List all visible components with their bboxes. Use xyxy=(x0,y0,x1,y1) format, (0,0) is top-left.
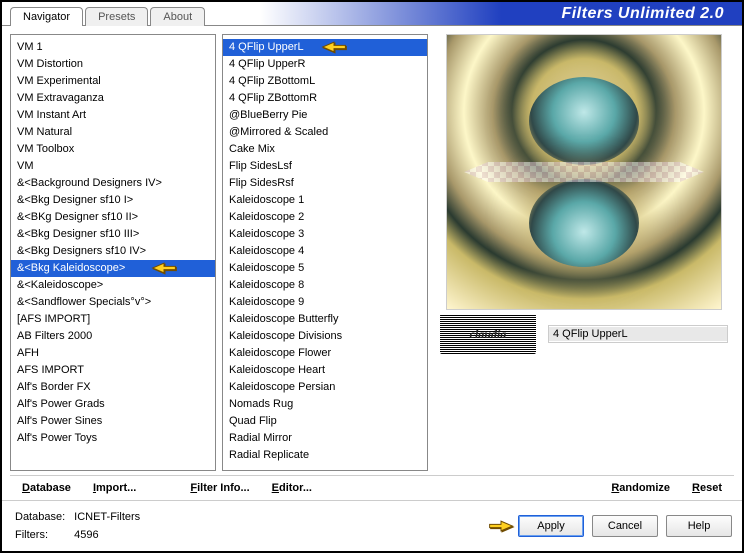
pointer-hand-icon xyxy=(488,516,514,536)
filter-item[interactable]: @BlueBerry Pie xyxy=(223,107,427,124)
filter-item[interactable]: 4 QFlip UpperR xyxy=(223,56,427,73)
category-item[interactable]: VM Experimental xyxy=(11,73,215,90)
filter-item[interactable]: Kaleidoscope 5 xyxy=(223,260,427,277)
db-info: Database:ICNET-Filters Filters:4596 xyxy=(12,507,143,545)
filter-item[interactable]: 4 QFlip ZBottomR xyxy=(223,90,427,107)
current-filter-name: 4 QFlip UpperL xyxy=(549,327,727,341)
filter-item[interactable]: Kaleidoscope 4 xyxy=(223,243,427,260)
category-item[interactable]: Alf's Power Toys xyxy=(11,430,215,447)
watermark-badge: claudia xyxy=(440,314,536,354)
apply-button[interactable]: Apply xyxy=(518,515,584,537)
tab-about[interactable]: About xyxy=(150,7,205,26)
filter-item[interactable]: Cake Mix xyxy=(223,141,427,158)
filter-item[interactable]: @Mirrored & Scaled xyxy=(223,124,427,141)
cancel-button[interactable]: Cancel xyxy=(592,515,658,537)
app-title: Filters Unlimited 2.0 xyxy=(207,2,742,25)
filter-item[interactable]: Kaleidoscope Flower xyxy=(223,345,427,362)
filter-item[interactable]: Kaleidoscope 9 xyxy=(223,294,427,311)
footer: Database:ICNET-Filters Filters:4596 Appl… xyxy=(2,500,742,551)
filter-item[interactable]: 4 QFlip ZBottomL xyxy=(223,73,427,90)
filter-item[interactable]: Kaleidoscope 3 xyxy=(223,226,427,243)
category-item[interactable]: &<Bkg Designer sf10 I> xyxy=(11,192,215,209)
filter-item[interactable]: Radial Replicate xyxy=(223,447,427,464)
tab-presets[interactable]: Presets xyxy=(85,7,148,26)
filter-item[interactable]: 4 QFlip UpperL xyxy=(223,39,427,56)
filter-item[interactable]: Kaleidoscope 2 xyxy=(223,209,427,226)
pointer-hand-icon xyxy=(151,258,177,278)
preview-image xyxy=(446,34,722,310)
category-item[interactable]: Alf's Power Grads xyxy=(11,396,215,413)
preview-column: claudia 4 QFlip UpperL xyxy=(434,34,734,471)
tab-strip: NavigatorPresetsAbout xyxy=(2,2,207,25)
import-link[interactable]: Import... xyxy=(93,482,136,494)
category-item[interactable]: VM Natural xyxy=(11,124,215,141)
filter-item[interactable]: Quad Flip xyxy=(223,413,427,430)
category-item[interactable]: &<Kaleidoscope> xyxy=(11,277,215,294)
category-item[interactable]: Alf's Power Sines xyxy=(11,413,215,430)
category-item[interactable]: &<Bkg Designers sf10 IV> xyxy=(11,243,215,260)
category-item[interactable]: VM xyxy=(11,158,215,175)
filter-info-link[interactable]: Filter Info... xyxy=(190,482,249,494)
category-item[interactable]: AFH xyxy=(11,345,215,362)
category-item[interactable]: VM 1 xyxy=(11,39,215,56)
filter-item[interactable]: Flip SidesRsf xyxy=(223,175,427,192)
main-content: VM 1VM DistortionVM ExperimentalVM Extra… xyxy=(2,26,742,471)
category-item[interactable]: VM Instant Art xyxy=(11,107,215,124)
category-item[interactable]: VM Toolbox xyxy=(11,141,215,158)
category-item[interactable]: &<Sandflower Specials°v°> xyxy=(11,294,215,311)
reset-link[interactable]: Reset xyxy=(692,482,722,494)
filter-item[interactable]: Kaleidoscope Butterfly xyxy=(223,311,427,328)
current-filter-box: 4 QFlip UpperL xyxy=(548,325,728,343)
filter-item[interactable]: Kaleidoscope Heart xyxy=(223,362,427,379)
category-item[interactable]: VM Distortion xyxy=(11,56,215,73)
filter-item[interactable]: Kaleidoscope 1 xyxy=(223,192,427,209)
randomize-link[interactable]: Randomize xyxy=(611,482,670,494)
database-link[interactable]: Database xyxy=(22,482,71,494)
filter-listbox[interactable]: 4 QFlip UpperL4 QFlip UpperR4 QFlip ZBot… xyxy=(222,34,428,471)
category-item[interactable]: AFS IMPORT xyxy=(11,362,215,379)
filter-item[interactable]: Nomads Rug xyxy=(223,396,427,413)
editor-link[interactable]: Editor... xyxy=(272,482,312,494)
header-bar: NavigatorPresetsAbout Filters Unlimited … xyxy=(2,2,742,26)
category-item[interactable]: &<Bkg Designer sf10 III> xyxy=(11,226,215,243)
category-item[interactable]: &<Bkg Kaleidoscope> xyxy=(11,260,215,277)
filter-item[interactable]: Kaleidoscope Persian xyxy=(223,379,427,396)
category-listbox[interactable]: VM 1VM DistortionVM ExperimentalVM Extra… xyxy=(10,34,216,471)
filter-item[interactable]: Radial Mirror xyxy=(223,430,427,447)
category-item[interactable]: AB Filters 2000 xyxy=(11,328,215,345)
category-item[interactable]: &<Background Designers IV> xyxy=(11,175,215,192)
filter-item[interactable]: Kaleidoscope Divisions xyxy=(223,328,427,345)
help-button[interactable]: Help xyxy=(666,515,732,537)
pointer-hand-icon xyxy=(321,37,347,57)
category-item[interactable]: [AFS IMPORT] xyxy=(11,311,215,328)
toolbar-links: Database Import... Filter Info... Editor… xyxy=(10,475,734,500)
filter-item[interactable]: Kaleidoscope 8 xyxy=(223,277,427,294)
filter-item[interactable]: Flip SidesLsf xyxy=(223,158,427,175)
tab-navigator[interactable]: Navigator xyxy=(10,7,83,26)
category-item[interactable]: VM Extravaganza xyxy=(11,90,215,107)
category-item[interactable]: Alf's Border FX xyxy=(11,379,215,396)
category-item[interactable]: &<BKg Designer sf10 II> xyxy=(11,209,215,226)
